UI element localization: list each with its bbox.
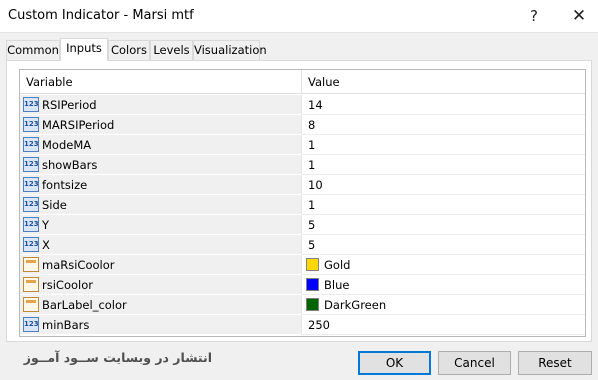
table-row[interactable]: 123 minBars 250 <box>20 315 585 335</box>
value-cell[interactable]: 14 <box>302 95 585 115</box>
value-cell[interactable]: DarkGreen <box>302 295 585 315</box>
numeric-param-icon: 123 <box>23 117 39 132</box>
watermark-text: انتشار در وبسایت ســود آمــوز <box>23 350 212 365</box>
value-cell[interactable]: 1 <box>302 155 585 175</box>
value-cell[interactable]: 1 <box>302 195 585 215</box>
table-row[interactable]: 123 X 5 <box>20 235 585 255</box>
variable-value: 5 <box>308 238 316 252</box>
help-button[interactable]: ? <box>519 4 549 28</box>
column-header-variable[interactable]: Variable <box>20 70 302 94</box>
variable-name: maRsiCoolor <box>42 258 115 272</box>
inputs-panel: Variable Value 123 RSIPeriod 14 123 MARS… <box>6 60 592 342</box>
variable-value: DarkGreen <box>324 298 387 312</box>
color-swatch <box>306 258 319 271</box>
variable-value: 14 <box>308 98 323 112</box>
cancel-button[interactable]: Cancel <box>438 351 511 375</box>
tab-common[interactable]: Common <box>6 40 60 60</box>
table-row[interactable]: 123 fontsize 10 <box>20 175 585 195</box>
numeric-param-icon: 123 <box>23 157 39 172</box>
tab-colors[interactable]: Colors <box>108 40 150 60</box>
variable-name: RSIPeriod <box>42 98 97 112</box>
table-row[interactable]: rsiCoolor Blue <box>20 275 585 295</box>
value-cell[interactable]: 10 <box>302 175 585 195</box>
numeric-param-icon: 123 <box>23 137 39 152</box>
variable-value: Blue <box>324 278 350 292</box>
variable-name: showBars <box>42 158 98 172</box>
variable-value: 5 <box>308 218 316 232</box>
variable-name: ModeMA <box>42 138 92 152</box>
variable-value: 1 <box>308 138 316 152</box>
value-cell[interactable]: Gold <box>302 255 585 275</box>
table-row[interactable]: BarLabel_color DarkGreen <box>20 295 585 315</box>
table-row[interactable]: 123 showBars 1 <box>20 155 585 175</box>
variable-value: 10 <box>308 178 323 192</box>
tab-inputs[interactable]: Inputs <box>60 38 108 61</box>
value-cell[interactable]: 5 <box>302 215 585 235</box>
variable-value: Gold <box>324 258 351 272</box>
table-row[interactable]: 123 ModeMA 1 <box>20 135 585 155</box>
value-cell[interactable]: 8 <box>302 115 585 135</box>
color-param-icon <box>23 257 39 272</box>
numeric-param-icon: 123 <box>23 317 39 332</box>
numeric-param-icon: 123 <box>23 237 39 252</box>
color-param-icon <box>23 297 39 312</box>
parameters-grid: Variable Value 123 RSIPeriod 14 123 MARS… <box>19 69 586 337</box>
tab-levels[interactable]: Levels <box>150 40 193 60</box>
value-cell[interactable]: 1 <box>302 135 585 155</box>
reset-button[interactable]: Reset <box>518 351 592 375</box>
close-button[interactable]: ✕ <box>564 4 594 28</box>
variable-name: minBars <box>42 318 90 332</box>
variable-name: Y <box>42 218 50 232</box>
numeric-param-icon: 123 <box>23 217 39 232</box>
table-row[interactable]: 123 MARSIPeriod 8 <box>20 115 585 135</box>
variable-value: 250 <box>308 318 330 332</box>
tab-visualization[interactable]: Visualization <box>193 40 267 60</box>
variable-name: X <box>42 238 50 252</box>
table-row[interactable]: maRsiCoolor Gold <box>20 255 585 275</box>
ok-button[interactable]: OK <box>358 351 431 375</box>
variable-name: Side <box>42 198 67 212</box>
variable-name: MARSIPeriod <box>42 118 115 132</box>
variable-value: 8 <box>308 118 316 132</box>
value-cell[interactable]: 250 <box>302 315 585 335</box>
numeric-param-icon: 123 <box>23 177 39 192</box>
value-cell[interactable]: 5 <box>302 235 585 255</box>
color-swatch <box>306 278 319 291</box>
table-row[interactable]: 123 RSIPeriod 14 <box>20 95 585 115</box>
color-swatch <box>306 298 319 311</box>
variable-name: BarLabel_color <box>42 298 127 312</box>
numeric-param-icon: 123 <box>23 197 39 212</box>
title-bar: Custom Indicator - Marsi mtf ? ✕ <box>0 0 598 33</box>
table-row[interactable]: 123 Y 5 <box>20 215 585 235</box>
variable-name: rsiCoolor <box>42 278 93 292</box>
variable-value: 1 <box>308 158 316 172</box>
variable-value: 1 <box>308 198 316 212</box>
table-row[interactable]: 123 Side 1 <box>20 195 585 215</box>
column-header-value[interactable]: Value <box>302 70 585 94</box>
window-title: Custom Indicator - Marsi mtf <box>8 8 194 23</box>
value-cell[interactable]: Blue <box>302 275 585 295</box>
numeric-param-icon: 123 <box>23 97 39 112</box>
color-param-icon <box>23 277 39 292</box>
grid-header: Variable Value <box>20 70 585 94</box>
variable-name: fontsize <box>42 178 88 192</box>
